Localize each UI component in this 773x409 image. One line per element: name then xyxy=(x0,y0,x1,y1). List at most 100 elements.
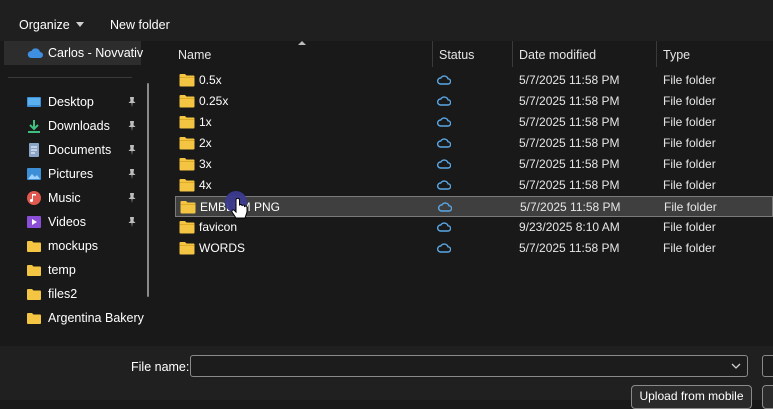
sidebar-item-label: Pictures xyxy=(48,167,94,181)
sidebar-item-videos[interactable]: Videos xyxy=(0,210,152,234)
folder-icon xyxy=(179,158,195,171)
pin-icon[interactable] xyxy=(126,168,138,180)
file-type: File folder xyxy=(663,157,716,171)
toolbar: Organize New folder xyxy=(0,0,773,41)
file-type: File folder xyxy=(663,73,716,87)
folder-icon xyxy=(179,74,195,87)
sidebar-item-desktop[interactable]: Desktop xyxy=(0,90,152,114)
folder-icon xyxy=(27,313,41,324)
sidebar-item-label: mockups xyxy=(48,239,99,253)
pin-icon[interactable] xyxy=(126,120,138,132)
file-date-modified: 5/7/2025 11:58 PM xyxy=(519,73,620,87)
column-header-date-modified[interactable]: Date modified xyxy=(513,41,655,67)
nav-divider xyxy=(8,77,132,78)
cloud-icon xyxy=(437,75,451,85)
cloud-icon xyxy=(438,202,452,212)
table-row[interactable]: 2x 5/7/2025 11:58 PM File folder xyxy=(175,133,773,154)
cloud-icon xyxy=(437,243,451,253)
pin-icon[interactable] xyxy=(126,216,138,228)
pin-icon[interactable] xyxy=(126,96,138,108)
sidebar-item-label: files2 xyxy=(48,287,78,301)
open-button[interactable] xyxy=(762,385,773,409)
file-type: File folder xyxy=(663,94,716,108)
sidebar-item-label: Downloads xyxy=(48,119,110,133)
organize-label: Organize xyxy=(19,18,70,32)
file-date-modified: 5/7/2025 11:58 PM xyxy=(519,241,620,255)
cloud-icon xyxy=(437,222,451,232)
sidebar-item-pictures[interactable]: Pictures xyxy=(0,162,152,186)
new-folder-label: New folder xyxy=(110,18,170,32)
folder-icon xyxy=(179,221,195,234)
cloud-icon xyxy=(437,138,451,148)
folder-icon xyxy=(27,241,41,252)
column-header-status[interactable]: Status xyxy=(433,41,511,67)
folder-icon xyxy=(179,242,195,255)
folder-icon xyxy=(27,289,41,300)
cloud-icon xyxy=(437,96,451,106)
upload-label: Upload from mobile xyxy=(639,389,744,403)
file-type: File folder xyxy=(663,241,716,255)
nav-scrollbar[interactable] xyxy=(147,83,149,297)
table-row[interactable]: 0.25x 5/7/2025 11:58 PM File folder xyxy=(175,91,773,112)
folder-icon xyxy=(179,116,195,129)
file-name: WORDS xyxy=(199,241,245,255)
pictures-icon xyxy=(27,168,41,180)
mouse-cursor xyxy=(224,190,254,222)
folder-icon xyxy=(180,201,196,214)
file-date-modified: 9/23/2025 8:10 AM xyxy=(519,220,620,234)
table-row[interactable]: 4x 5/7/2025 11:58 PM File folder xyxy=(175,175,773,196)
cloud-icon xyxy=(437,117,451,127)
pin-icon[interactable] xyxy=(126,144,138,156)
cloud-icon xyxy=(437,180,451,190)
navigation-pane: Carlos - Novvativ Desktop Downloads Docu… xyxy=(0,41,152,346)
sidebar-item-downloads[interactable]: Downloads xyxy=(0,114,152,138)
file-name: 3x xyxy=(199,157,212,171)
folder-icon xyxy=(27,265,41,276)
file-name-input[interactable] xyxy=(190,355,748,377)
download-icon xyxy=(28,120,40,133)
file-name: favicon xyxy=(199,220,238,234)
sidebar-item-label: Argentina Bakery xyxy=(48,311,144,325)
sidebar-item-documents[interactable]: Documents xyxy=(0,138,152,162)
column-header-type[interactable]: Type xyxy=(657,41,773,67)
file-dialog-footer: File name: Upload from mobile xyxy=(0,346,773,409)
sidebar-item-label: Music xyxy=(48,191,81,205)
table-row[interactable]: 3x 5/7/2025 11:58 PM File folder xyxy=(175,154,773,175)
column-header-name[interactable]: Name xyxy=(172,41,432,67)
file-name: 0.25x xyxy=(199,94,229,108)
sidebar-item-temp[interactable]: temp xyxy=(0,258,152,282)
file-name: 1x xyxy=(199,115,212,129)
sidebar-item-mockups[interactable]: mockups xyxy=(0,234,152,258)
nav-top-label: Carlos - Novvativ xyxy=(48,46,144,60)
sidebar-item-label: Documents xyxy=(48,143,112,157)
file-type: File folder xyxy=(664,200,717,214)
sidebar-item-argentina-bakery[interactable]: Argentina Bakery xyxy=(0,306,152,330)
file-date-modified: 5/7/2025 11:58 PM xyxy=(519,157,620,171)
table-row[interactable]: 0.5x 5/7/2025 11:58 PM File folder xyxy=(175,70,773,91)
pin-icon[interactable] xyxy=(126,192,138,204)
file-type-select[interactable] xyxy=(762,355,773,377)
new-folder-button[interactable]: New folder xyxy=(110,17,170,33)
file-name: 0.5x xyxy=(199,73,222,87)
folder-icon xyxy=(179,137,195,150)
sidebar-item-label: Videos xyxy=(48,215,86,229)
file-name: 4x xyxy=(199,178,212,192)
file-name: 2x xyxy=(199,136,212,150)
table-row[interactable]: favicon 9/23/2025 8:10 AM File folder xyxy=(175,217,773,238)
file-date-modified: 5/7/2025 11:58 PM xyxy=(519,178,620,192)
videos-icon xyxy=(27,216,41,228)
table-row[interactable]: 1x 5/7/2025 11:58 PM File folder xyxy=(175,112,773,133)
nav-item-onedrive[interactable]: Carlos - Novvativ xyxy=(4,41,144,65)
file-date-modified: 5/7/2025 11:58 PM xyxy=(519,115,620,129)
table-row[interactable]: EMBLEM PNG 5/7/2025 11:58 PM File folder xyxy=(175,196,773,217)
chevron-down-icon xyxy=(75,22,84,27)
chevron-down-icon[interactable] xyxy=(731,362,741,370)
upload-from-mobile-button[interactable]: Upload from mobile xyxy=(631,385,752,409)
table-row[interactable]: WORDS 5/7/2025 11:58 PM File folder xyxy=(175,238,773,259)
sidebar-item-music[interactable]: Music xyxy=(0,186,152,210)
sidebar-item-files2[interactable]: files2 xyxy=(0,282,152,306)
file-type: File folder xyxy=(663,220,716,234)
cloud-icon xyxy=(27,48,43,58)
organize-button[interactable]: Organize xyxy=(19,17,84,33)
file-type: File folder xyxy=(663,115,716,129)
